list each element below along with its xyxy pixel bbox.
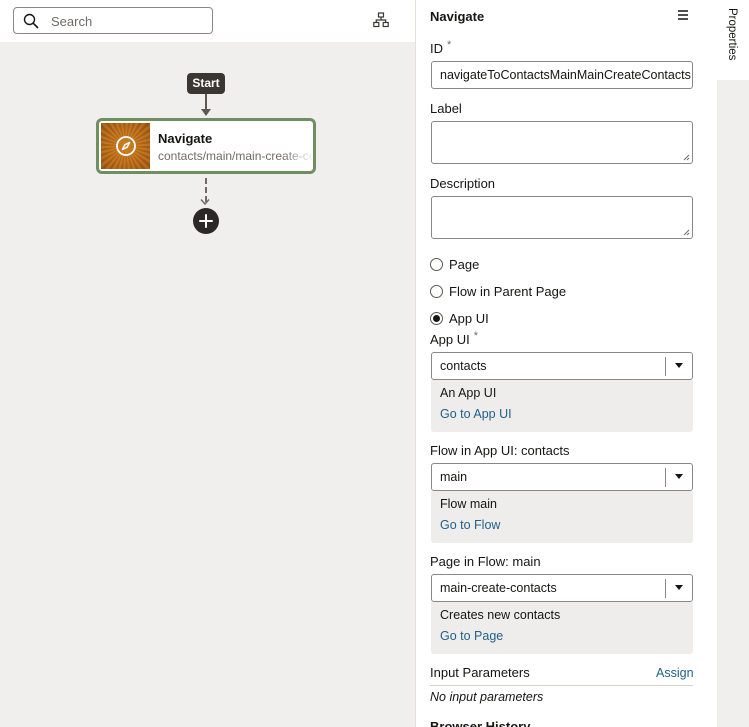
connector-arrow	[201, 109, 211, 116]
radio-label: App UI	[449, 310, 489, 326]
caret-down-icon[interactable]	[675, 585, 683, 590]
go-to-page-link[interactable]: Go to Page	[440, 629, 503, 643]
node-thumbnail	[101, 123, 150, 169]
node-title: Navigate	[158, 131, 213, 146]
resize-grip-icon[interactable]	[682, 228, 690, 236]
label-label: Label	[430, 101, 462, 116]
canvas-toolbar: Search	[0, 0, 415, 42]
info-description: Flow main	[440, 497, 497, 511]
flow-select[interactable]: main	[431, 463, 693, 491]
diagram-layout-icon[interactable]	[373, 12, 389, 28]
start-node[interactable]: Start	[187, 73, 225, 94]
connector-arrow	[200, 199, 210, 205]
app-ui-label: App UI *	[430, 330, 479, 347]
required-mark: *	[473, 330, 479, 342]
id-label: ID *	[430, 39, 452, 56]
compass-icon	[116, 136, 136, 156]
required-mark: *	[447, 39, 452, 51]
info-description: An App UI	[440, 386, 497, 400]
label-field[interactable]	[431, 121, 693, 164]
select-value: main	[440, 470, 468, 484]
plus-icon	[199, 214, 213, 228]
flow-label: Flow in App UI: contacts	[430, 443, 570, 458]
radio-button[interactable]	[430, 257, 443, 271]
app-ui-select[interactable]: contacts	[431, 352, 693, 380]
select-value: main-create-contacts	[440, 581, 557, 595]
hamburger-menu-icon[interactable]	[677, 9, 689, 21]
tab-properties[interactable]: Properties	[717, 0, 749, 80]
flow-info: Flow main Go to Flow	[431, 491, 693, 543]
radio-label: Page	[449, 256, 480, 272]
id-field[interactable]: navigateToContactsMainMainCreateContacts	[431, 61, 693, 89]
assign-link[interactable]: Assign	[656, 666, 694, 680]
radio-flow-in-parent-page[interactable]: Flow in Parent Page	[430, 282, 566, 300]
radio-label: Flow in Parent Page	[449, 283, 567, 299]
caret-down-icon[interactable]	[675, 474, 683, 479]
info-description: Creates new contacts	[440, 608, 561, 622]
description-label: Description	[430, 176, 496, 191]
radio-page[interactable]: Page	[430, 255, 479, 273]
radio-button[interactable]	[430, 284, 443, 298]
go-to-app-ui-link[interactable]: Go to App UI	[440, 407, 512, 421]
search-icon	[23, 13, 39, 29]
panel-title: Navigate	[430, 9, 485, 24]
node-subtitle: contacts/main/main-create-contacts	[158, 149, 313, 163]
select-value: contacts	[440, 359, 487, 373]
browser-history-label: Browser History	[430, 719, 531, 727]
caret-down-icon[interactable]	[675, 363, 683, 368]
properties-panel: Navigate ID * navigateToContactsMainMainC…	[415, 0, 717, 727]
divider	[430, 685, 693, 686]
page-select[interactable]: main-create-contacts	[431, 574, 693, 602]
side-tab-strip: Properties	[717, 0, 749, 727]
page-info: Creates new contacts Go to Page	[431, 602, 693, 654]
navigate-node[interactable]: Navigate contacts/main/main-create-conta…	[96, 118, 316, 174]
radio-app-ui[interactable]: App UI	[430, 309, 489, 327]
app-ui-info: An App UI Go to App UI	[431, 380, 693, 432]
radio-button-checked[interactable]	[430, 311, 443, 325]
add-action-button[interactable]	[193, 208, 219, 234]
tab-label: Properties	[726, 8, 738, 61]
page-label: Page in Flow: main	[430, 554, 541, 569]
go-to-flow-link[interactable]: Go to Flow	[440, 518, 500, 532]
description-field[interactable]	[431, 196, 693, 239]
input-parameters-label: Input Parameters	[430, 665, 530, 680]
search-input[interactable]: Search	[13, 7, 213, 34]
no-input-parameters-note: No input parameters	[430, 690, 544, 704]
flow-canvas[interactable]: Search Start Navigate contacts/main/main…	[0, 0, 415, 727]
search-placeholder: Search	[51, 14, 93, 29]
resize-grip-icon[interactable]	[682, 153, 690, 161]
